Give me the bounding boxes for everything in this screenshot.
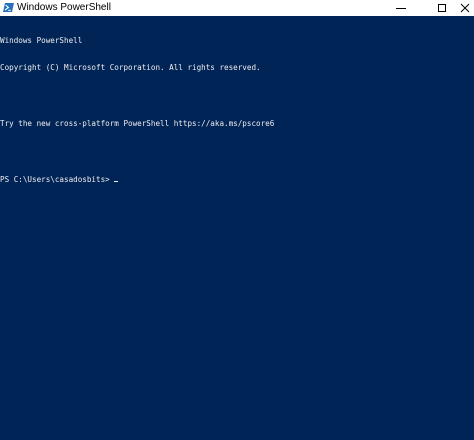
prompt-text: PS C:\Users\casadosbits> [0, 175, 115, 185]
console-line: Windows PowerShell [0, 35, 83, 45]
prompt-line[interactable]: PS C:\Users\casadosbits> [0, 175, 474, 184]
minimize-icon [395, 8, 406, 9]
maximize-icon [437, 4, 446, 12]
console-line: Copyright (C) Microsoft Corporation. All… [0, 63, 261, 73]
close-button[interactable] [455, 0, 474, 16]
text-cursor [114, 180, 119, 183]
console-output[interactable]: Windows PowerShell Copyright (C) Microso… [0, 17, 474, 203]
powershell-window: Windows PowerShell Windows PowerShell Co… [0, 0, 474, 440]
maximize-button[interactable] [425, 0, 458, 16]
powershell-icon [3, 3, 14, 12]
window-title: Windows PowerShell [17, 2, 111, 13]
minimize-button[interactable] [384, 0, 417, 16]
title-bar[interactable]: Windows PowerShell [0, 0, 474, 16]
close-icon [460, 3, 469, 13]
console-line: Try the new cross-platform PowerShell ht… [0, 119, 275, 129]
